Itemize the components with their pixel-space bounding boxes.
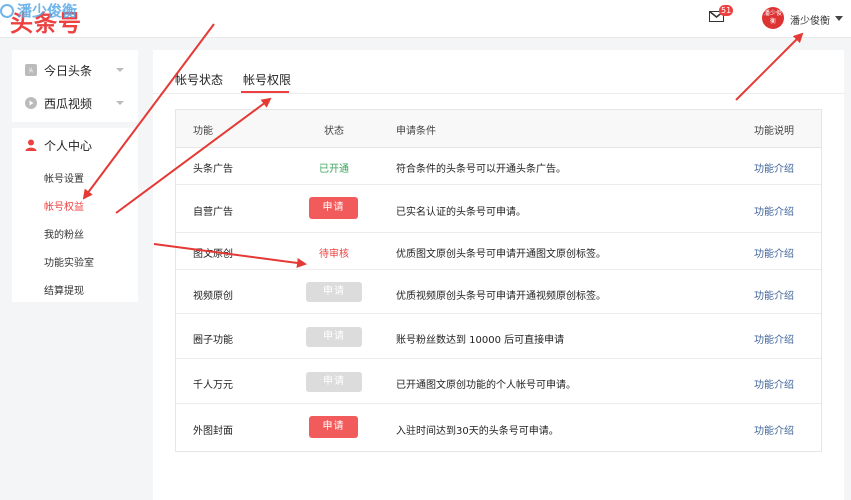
apply-button[interactable]: 申请 xyxy=(309,416,358,438)
chevron-down-icon[interactable] xyxy=(835,16,843,21)
mail-count-badge: 51 xyxy=(719,5,734,16)
tab-account-status[interactable]: 帐号状态 xyxy=(175,71,223,88)
avatar[interactable]: 潘少俊衡 xyxy=(762,7,784,29)
feature-name: 外图封面 xyxy=(193,426,233,437)
username[interactable]: 潘少俊衡 xyxy=(790,12,830,27)
tabs-divider xyxy=(153,93,844,94)
condition-text: 已开通图文原创功能的个人帐号可申请。 xyxy=(396,380,576,391)
sidebar-item-label: 西瓜视频 xyxy=(44,96,93,111)
table-row: 圈子功能 申请 账号粉丝数达到 10000 后可直接申请 功能介绍 xyxy=(176,314,821,359)
feature-name: 视频原创 xyxy=(193,291,233,302)
top-header: 头条号 潘少俊衡 51 潘少俊衡 潘少俊衡 xyxy=(0,0,851,38)
sidebar-personal-center: 个人中心 帐号设置 帐号权益 我的粉丝 功能实验室 结算提现 xyxy=(12,128,138,302)
sidebar-item-label: 今日头条 xyxy=(44,63,93,78)
table-row: 图文原创 待审核 优质图文原创头条号可申请开通图文原创标签。 功能介绍 xyxy=(176,233,821,270)
permissions-table: 功能 状态 申请条件 功能说明 头条广告 已开通 符合条件的头条号可以开通头条广… xyxy=(175,109,822,452)
tab-account-permissions[interactable]: 帐号权限 xyxy=(243,71,291,88)
feature-name: 千人万元 xyxy=(193,380,233,391)
sidebar-item-toutiao[interactable]: 头 今日头条 xyxy=(12,57,138,83)
apply-button-disabled: 申请 xyxy=(306,372,362,392)
condition-text: 已实名认证的头条号可申请。 xyxy=(396,207,526,218)
sidebar-item-my-fans[interactable]: 我的粉丝 xyxy=(44,226,84,241)
column-header-feature: 功能 xyxy=(193,126,213,137)
column-header-condition: 申请条件 xyxy=(396,126,436,137)
condition-text: 优质图文原创头条号可申请开通图文原创标签。 xyxy=(396,249,606,260)
feature-intro-link[interactable]: 功能介绍 xyxy=(754,331,794,346)
sidebar-item-account-rights[interactable]: 帐号权益 xyxy=(44,198,84,213)
feature-intro-link[interactable]: 功能介绍 xyxy=(754,160,794,175)
condition-text: 账号粉丝数达到 10000 后可直接申请 xyxy=(396,335,565,346)
sidebar-item-account-settings[interactable]: 帐号设置 xyxy=(44,170,84,185)
sidebar-platforms: 头 今日头条 西瓜视频 xyxy=(12,50,138,122)
watermark-icon xyxy=(0,4,14,18)
toutiao-icon: 头 xyxy=(25,64,37,76)
apply-button-disabled: 申请 xyxy=(306,282,362,302)
feature-name: 圈子功能 xyxy=(193,335,233,346)
condition-text: 优质视频原创头条号可申请开通视频原创标签。 xyxy=(396,291,606,302)
sidebar-item-label: 个人中心 xyxy=(44,138,93,153)
table-header: 功能 状态 申请条件 功能说明 xyxy=(176,110,821,148)
table-row: 视频原创 申请 优质视频原创头条号可申请开通视频原创标签。 功能介绍 xyxy=(176,270,821,314)
feature-intro-link[interactable]: 功能介绍 xyxy=(754,287,794,302)
main-content: 帐号状态 帐号权限 功能 状态 申请条件 功能说明 头条广告 已开通 符合条件的… xyxy=(153,50,844,500)
feature-name: 头条广告 xyxy=(193,164,233,175)
sidebar-item-xigua[interactable]: 西瓜视频 xyxy=(12,90,138,116)
sidebar-item-feature-lab[interactable]: 功能实验室 xyxy=(44,254,94,269)
table-row: 自营广告 申请 已实名认证的头条号可申请。 功能介绍 xyxy=(176,185,821,233)
table-row: 千人万元 申请 已开通图文原创功能的个人帐号可申请。 功能介绍 xyxy=(176,359,821,404)
sidebar-item-personal-center[interactable]: 个人中心 xyxy=(12,132,138,158)
status-badge: 待审核 xyxy=(319,249,349,260)
condition-text: 入驻时间达到30天的头条号可申请。 xyxy=(396,426,559,437)
watermark: 潘少俊衡 xyxy=(0,0,77,21)
apply-button[interactable]: 申请 xyxy=(309,197,358,219)
feature-intro-link[interactable]: 功能介绍 xyxy=(754,203,794,218)
status-badge: 已开通 xyxy=(319,164,349,175)
column-header-status: 状态 xyxy=(324,126,344,137)
chevron-down-icon[interactable] xyxy=(116,101,124,105)
watermark-text: 潘少俊衡 xyxy=(17,2,78,20)
condition-text: 符合条件的头条号可以开通头条广告。 xyxy=(396,164,566,175)
user-icon xyxy=(25,139,37,151)
column-header-description: 功能说明 xyxy=(754,126,794,137)
chevron-down-icon[interactable] xyxy=(116,68,124,72)
feature-name: 图文原创 xyxy=(193,249,233,260)
feature-intro-link[interactable]: 功能介绍 xyxy=(754,245,794,260)
feature-intro-link[interactable]: 功能介绍 xyxy=(754,422,794,437)
apply-button-disabled: 申请 xyxy=(306,327,362,347)
table-row: 外图封面 申请 入驻时间达到30天的头条号可申请。 功能介绍 xyxy=(176,404,821,451)
xigua-icon xyxy=(25,97,37,109)
feature-name: 自营广告 xyxy=(193,207,233,218)
feature-intro-link[interactable]: 功能介绍 xyxy=(754,376,794,391)
table-row: 头条广告 已开通 符合条件的头条号可以开通头条广告。 功能介绍 xyxy=(176,148,821,185)
sidebar-item-settlement[interactable]: 结算提现 xyxy=(44,282,84,297)
svg-text:头: 头 xyxy=(28,67,33,74)
